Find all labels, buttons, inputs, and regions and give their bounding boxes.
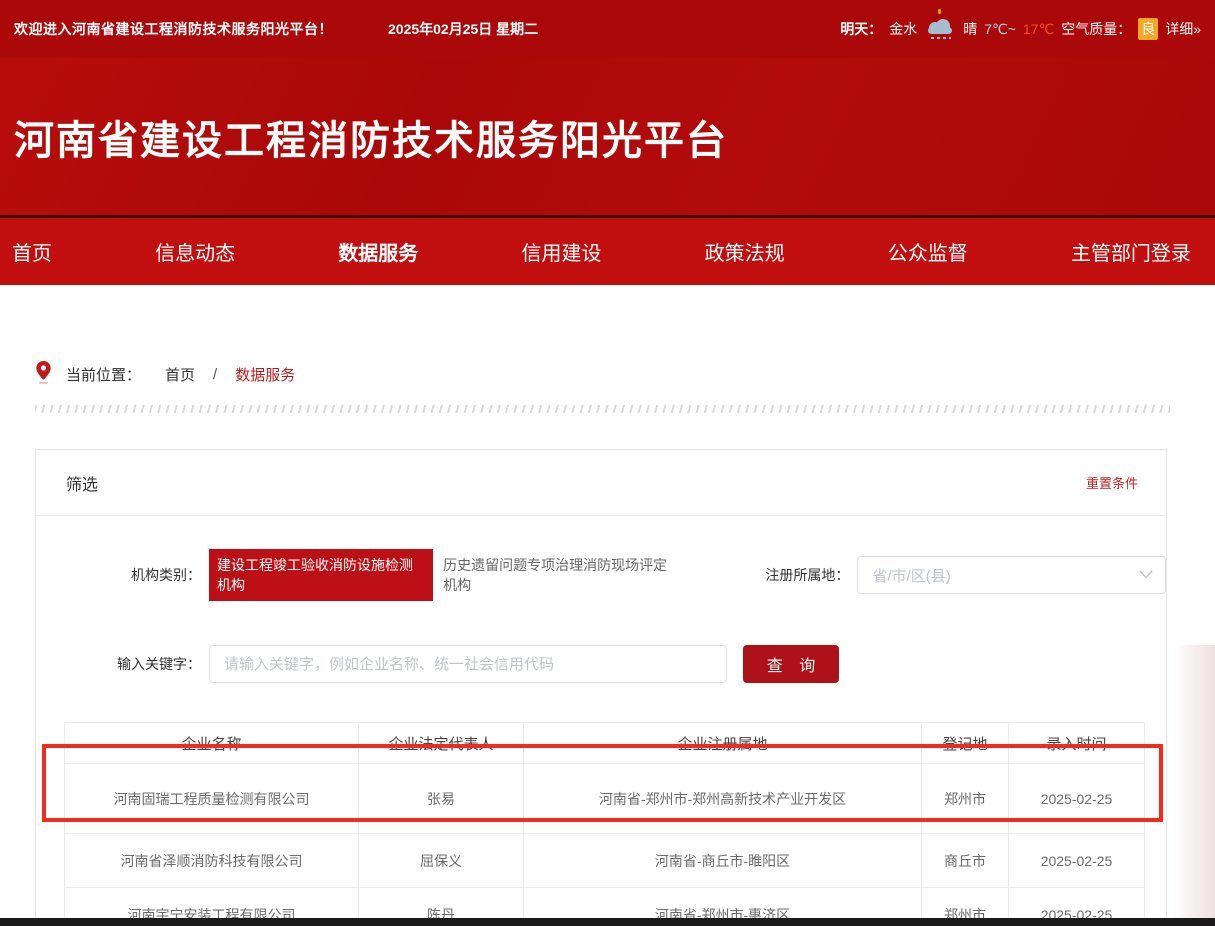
- nav-item-data-service[interactable]: 数据服务: [338, 237, 418, 266]
- temp-high: 17℃: [1023, 21, 1054, 38]
- weather-city: 金水: [889, 19, 917, 39]
- cell-registered-location: 河南省-商丘市-睢阳区: [524, 834, 922, 888]
- search-button[interactable]: 查 询: [743, 645, 839, 683]
- reset-filters-link[interactable]: 重置条件: [1086, 473, 1138, 492]
- keyword-label: 输入关键字：: [66, 654, 201, 674]
- weather-detail-link[interactable]: 详细»: [1165, 19, 1201, 39]
- cell-legal-rep: 屈保义: [359, 834, 524, 888]
- region-select[interactable]: 省/市/区(县): [857, 556, 1166, 594]
- location-pin-icon: [35, 360, 52, 388]
- main-nav: 首页 信息动态 数据服务 信用建设 政策法规 公众监督 主管部门登录: [0, 218, 1215, 285]
- sun-dot-icon: [938, 9, 941, 14]
- table-row[interactable]: 河南固瑞工程质量检测有限公司 张易 河南省-郑州市-郑州高新技术产业开发区 郑州…: [65, 764, 1145, 834]
- cell-registry-city: 郑州市: [922, 764, 1009, 834]
- filter-panel-header: 筛选 重置条件: [36, 450, 1166, 516]
- filter-panel: 筛选 重置条件 机构类别： 建设工程竣工验收消防设施检测机构 历史遗留问题专项治…: [35, 449, 1167, 926]
- region-label: 注册所属地：: [719, 565, 849, 585]
- header-legal-rep: 企业法定代表人: [359, 723, 524, 764]
- right-edge-gradient: [1173, 645, 1215, 926]
- air-quality-label: 空气质量：: [1061, 19, 1131, 39]
- cell-registered-location: 河南省-郑州市-郑州高新技术产业开发区: [524, 764, 922, 834]
- site-banner: 河南省建设工程消防技术服务阳光平台: [0, 58, 1215, 215]
- cell-entry-date: 2025-02-25: [1009, 834, 1145, 888]
- breadcrumb-label: 当前位置：: [66, 364, 141, 385]
- header-registered-location: 企业注册属地: [524, 723, 922, 764]
- temp-low: 7℃~: [984, 21, 1016, 38]
- chevron-down-icon: [1139, 566, 1153, 584]
- category-chip-selected[interactable]: 建设工程竣工验收消防设施检测机构: [209, 549, 433, 601]
- breadcrumb-separator: /: [213, 366, 217, 383]
- welcome-text: 欢迎进入河南省建设工程消防技术服务阳光平台！: [14, 19, 333, 39]
- breadcrumb-home-link[interactable]: 首页: [165, 364, 195, 385]
- keyword-filter-row: 输入关键字： 查 询: [36, 645, 1166, 683]
- category-filter-row: 机构类别： 建设工程竣工验收消防设施检测机构 历史遗留问题专项治理消防现场评定机…: [36, 549, 1166, 601]
- page: 欢迎进入河南省建设工程消防技术服务阳光平台！ 2025年02月25日 星期二 明…: [0, 0, 1215, 926]
- nav-item-credit[interactable]: 信用建设: [521, 237, 601, 266]
- region-select-placeholder: 省/市/区(县): [872, 565, 950, 586]
- breadcrumb: 当前位置： 首页 / 数据服务: [35, 360, 1215, 388]
- weather-condition: 晴: [963, 19, 977, 39]
- nav-item-home[interactable]: 首页: [12, 237, 52, 266]
- header-registry-city: 登记地: [922, 723, 1009, 764]
- nav-item-policy[interactable]: 政策法规: [705, 237, 785, 266]
- weather-widget: 明天： 金水 晴 7℃~ 17℃ 空气质量：: [840, 17, 1201, 41]
- slash-divider: [35, 405, 1170, 413]
- site-title: 河南省建设工程消防技术服务阳光平台: [14, 108, 728, 166]
- bottom-dark-strip: [0, 918, 1215, 926]
- topbar: 欢迎进入河南省建设工程消防技术服务阳光平台！ 2025年02月25日 星期二 明…: [0, 0, 1215, 58]
- table-header-row: 企业名称 企业法定代表人 企业注册属地 登记地 录入时间: [65, 723, 1145, 764]
- cell-company-name: 河南省泽顺消防科技有限公司: [65, 834, 359, 888]
- air-quality-badge: 良: [1138, 18, 1158, 40]
- category-label: 机构类别：: [66, 565, 201, 585]
- cell-legal-rep: 张易: [359, 764, 524, 834]
- cell-company-name: 河南固瑞工程质量检测有限公司: [65, 764, 359, 834]
- nav-item-supervision[interactable]: 公众监督: [888, 237, 968, 266]
- cell-entry-date: 2025-02-25: [1009, 764, 1145, 834]
- weather-tomorrow-label: 明天：: [840, 19, 882, 39]
- table-row[interactable]: 河南省泽顺消防科技有限公司 屈保义 河南省-商丘市-睢阳区 商丘市 2025-0…: [65, 834, 1145, 888]
- nav-item-news[interactable]: 信息动态: [155, 237, 235, 266]
- cloud-icon: [924, 17, 956, 41]
- nav-item-admin-login[interactable]: 主管部门登录: [1071, 237, 1191, 266]
- date-text: 2025年02月25日 星期二: [388, 19, 538, 39]
- filter-title: 筛选: [66, 471, 98, 495]
- header-company-name: 企业名称: [65, 723, 359, 764]
- category-chip-other[interactable]: 历史遗留问题专项治理消防现场评定机构: [443, 555, 677, 595]
- companies-table: 企业名称 企业法定代表人 企业注册属地 登记地 录入时间 河南固瑞工程质量检测有…: [64, 722, 1145, 926]
- header-entry-date: 录入时间: [1009, 723, 1145, 764]
- keyword-input[interactable]: [209, 645, 727, 683]
- content-area: 当前位置： 首页 / 数据服务 筛选 重置条件 机构类别： 建设工程竣工验收消防…: [0, 360, 1215, 926]
- breadcrumb-current-link[interactable]: 数据服务: [235, 364, 295, 385]
- cell-registry-city: 商丘市: [922, 834, 1009, 888]
